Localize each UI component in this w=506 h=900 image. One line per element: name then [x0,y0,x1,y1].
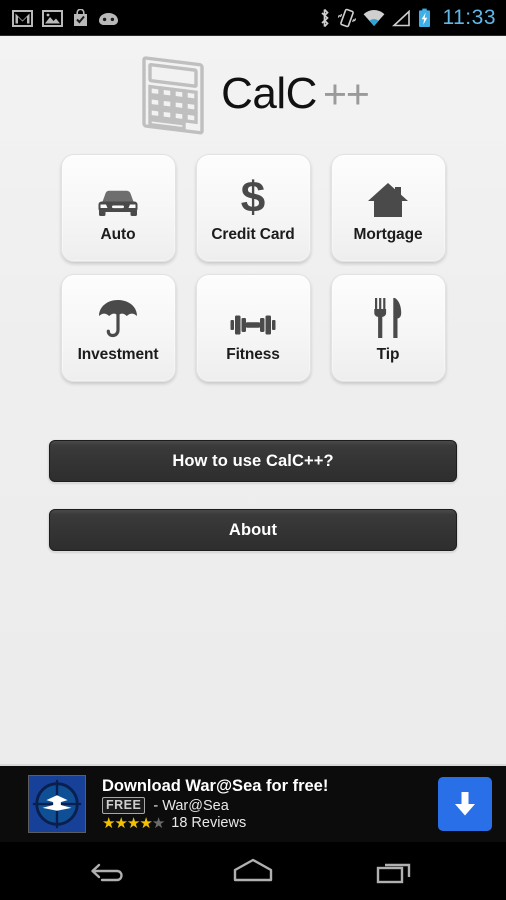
tile-label: Credit Card [211,225,295,243]
status-bar: 11:33 [0,0,506,36]
tile-label: Mortgage [353,225,423,243]
ad-review-count: 18 Reviews [171,815,247,832]
photos-icon [42,9,63,27]
dollar-sign-icon: $ [238,173,268,219]
svg-text:$: $ [241,175,265,219]
car-icon [96,173,140,219]
android-nav-bar [0,842,506,900]
ad-banner[interactable]: Download War@Sea for free! FREE - War@Se… [0,764,506,842]
tile-credit-card[interactable]: $ Credit Card [195,154,311,262]
tile-investment[interactable]: Investment [60,274,176,382]
star-filled: ★ [102,814,115,832]
android-head-icon [99,12,118,25]
app-title-suffix: ++ [322,70,370,117]
app-title: CalC [221,69,317,118]
status-bar-system-icons: 11:33 [318,6,497,30]
app-logo: CalC ++ [0,36,506,146]
ad-advertiser: - War@Sea [153,797,229,814]
calculator-grid: Auto $ Credit Card Mortgage Investment F… [0,154,506,382]
calculator-icon [142,56,204,135]
ad-title: Download War@Sea for free! [102,776,329,795]
about-button[interactable]: About [49,509,457,551]
ad-price-badge: FREE [102,797,146,815]
cell-signal-icon [391,9,410,26]
tile-fitness[interactable]: Fitness [195,274,311,382]
house-icon [367,173,409,219]
battery-charging-icon [418,8,430,27]
play-store-icon [74,9,87,26]
action-buttons: How to use CalC++? About [0,440,506,551]
fork-knife-icon [373,293,403,339]
how-to-use-button[interactable]: How to use CalC++? [49,440,457,482]
warsea-crosshair-icon [28,775,86,833]
star-filled: ★ [139,814,152,832]
dumbbell-icon [230,293,276,339]
tile-auto[interactable]: Auto [60,154,176,262]
status-bar-clock: 11:33 [442,6,496,29]
ad-download-button[interactable] [438,777,492,831]
ad-text-block: Download War@Sea for free! FREE - War@Se… [102,776,438,831]
star-filled: ★ [126,814,140,832]
nav-home-button[interactable] [217,849,289,893]
ad-subtitle-row: FREE - War@Sea [102,797,438,815]
ad-rating-row: ★ ★ ★ ★ ★ 18 Reviews [102,815,438,831]
tile-label: Investment [77,345,159,363]
ad-star-rating: ★ ★ ★ ★ ★ [102,814,165,832]
wifi-icon [363,9,384,26]
gmail-icon [12,9,33,27]
bluetooth-icon [320,8,329,28]
tile-label: Auto [100,225,136,243]
phone-screen: 11:33 CalC ++ Auto $ Credit Card Mortgag… [0,0,506,900]
tile-mortgage[interactable]: Mortgage [330,154,446,262]
nav-recents-button[interactable] [359,849,431,893]
vibrate-icon [337,8,356,28]
tile-label: Fitness [226,345,280,363]
app-content: CalC ++ Auto $ Credit Card Mortgage Inve… [0,36,506,764]
download-arrow-icon [455,792,475,816]
tile-tip[interactable]: Tip [330,274,446,382]
umbrella-icon [97,293,139,339]
nav-back-button[interactable] [75,849,147,893]
tile-label: Tip [376,345,400,363]
star-filled: ★ [114,814,127,832]
status-bar-notifications [12,9,119,27]
star-empty: ★ [151,814,165,832]
